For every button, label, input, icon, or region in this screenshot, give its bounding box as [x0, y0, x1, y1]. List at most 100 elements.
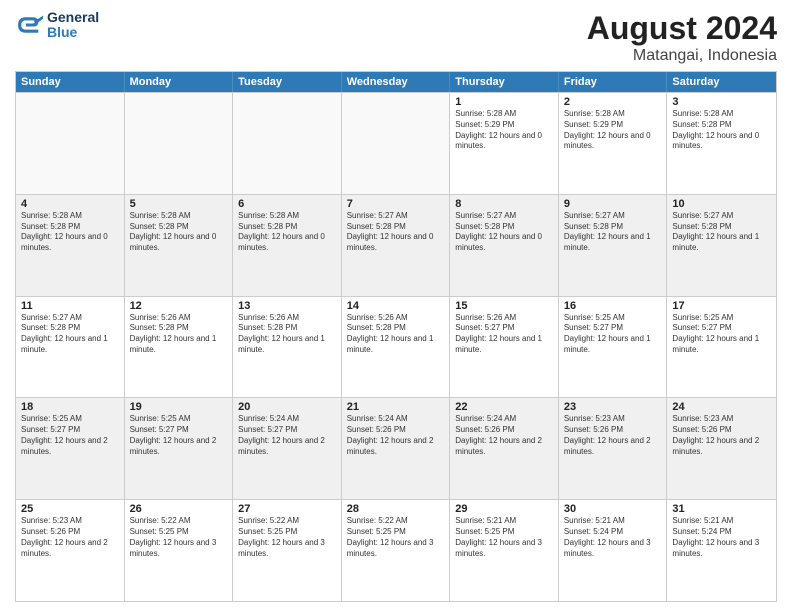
calendar-subtitle: Matangai, Indonesia — [587, 47, 777, 65]
calendar-cell: 22Sunrise: 5:24 AMSunset: 5:26 PMDayligh… — [450, 398, 559, 499]
calendar-cell: 23Sunrise: 5:23 AMSunset: 5:26 PMDayligh… — [559, 398, 668, 499]
calendar-cell: 17Sunrise: 5:25 AMSunset: 5:27 PMDayligh… — [667, 297, 776, 398]
day-detail: Sunrise: 5:28 AMSunset: 5:28 PMDaylight:… — [238, 211, 336, 254]
day-number: 4 — [21, 198, 119, 210]
calendar-row: 25Sunrise: 5:23 AMSunset: 5:26 PMDayligh… — [16, 499, 776, 601]
day-detail: Sunrise: 5:24 AMSunset: 5:26 PMDaylight:… — [455, 414, 553, 457]
header-cell-sunday: Sunday — [16, 72, 125, 92]
header-cell-wednesday: Wednesday — [342, 72, 451, 92]
day-number: 5 — [130, 198, 228, 210]
day-detail: Sunrise: 5:22 AMSunset: 5:25 PMDaylight:… — [130, 516, 228, 559]
header-cell-saturday: Saturday — [667, 72, 776, 92]
day-number: 17 — [672, 300, 771, 312]
day-detail: Sunrise: 5:22 AMSunset: 5:25 PMDaylight:… — [238, 516, 336, 559]
day-number: 16 — [564, 300, 662, 312]
calendar-cell: 29Sunrise: 5:21 AMSunset: 5:25 PMDayligh… — [450, 500, 559, 601]
day-detail: Sunrise: 5:24 AMSunset: 5:27 PMDaylight:… — [238, 414, 336, 457]
calendar-cell: 3Sunrise: 5:28 AMSunset: 5:28 PMDaylight… — [667, 93, 776, 194]
day-detail: Sunrise: 5:27 AMSunset: 5:28 PMDaylight:… — [347, 211, 445, 254]
calendar-title: August 2024 — [587, 10, 777, 47]
day-detail: Sunrise: 5:23 AMSunset: 5:26 PMDaylight:… — [672, 414, 771, 457]
day-detail: Sunrise: 5:28 AMSunset: 5:28 PMDaylight:… — [672, 109, 771, 152]
day-detail: Sunrise: 5:26 AMSunset: 5:28 PMDaylight:… — [130, 313, 228, 356]
calendar-cell: 30Sunrise: 5:21 AMSunset: 5:24 PMDayligh… — [559, 500, 668, 601]
day-number: 3 — [672, 96, 771, 108]
calendar-cell: 11Sunrise: 5:27 AMSunset: 5:28 PMDayligh… — [16, 297, 125, 398]
calendar-cell: 26Sunrise: 5:22 AMSunset: 5:25 PMDayligh… — [125, 500, 234, 601]
calendar-cell: 31Sunrise: 5:21 AMSunset: 5:24 PMDayligh… — [667, 500, 776, 601]
header-cell-monday: Monday — [125, 72, 234, 92]
day-detail: Sunrise: 5:26 AMSunset: 5:27 PMDaylight:… — [455, 313, 553, 356]
day-number: 20 — [238, 401, 336, 413]
page: General Blue August 2024 Matangai, Indon… — [0, 0, 792, 612]
calendar-cell: 1Sunrise: 5:28 AMSunset: 5:29 PMDaylight… — [450, 93, 559, 194]
day-detail: Sunrise: 5:28 AMSunset: 5:28 PMDaylight:… — [21, 211, 119, 254]
day-detail: Sunrise: 5:23 AMSunset: 5:26 PMDaylight:… — [21, 516, 119, 559]
calendar-cell — [125, 93, 234, 194]
day-number: 21 — [347, 401, 445, 413]
calendar-cell — [16, 93, 125, 194]
header-cell-thursday: Thursday — [450, 72, 559, 92]
calendar-cell — [233, 93, 342, 194]
logo-text: General Blue — [47, 10, 99, 41]
day-detail: Sunrise: 5:27 AMSunset: 5:28 PMDaylight:… — [21, 313, 119, 356]
day-detail: Sunrise: 5:27 AMSunset: 5:28 PMDaylight:… — [564, 211, 662, 254]
calendar-row: 1Sunrise: 5:28 AMSunset: 5:29 PMDaylight… — [16, 92, 776, 194]
day-number: 8 — [455, 198, 553, 210]
day-number: 18 — [21, 401, 119, 413]
day-detail: Sunrise: 5:28 AMSunset: 5:28 PMDaylight:… — [130, 211, 228, 254]
day-detail: Sunrise: 5:28 AMSunset: 5:29 PMDaylight:… — [564, 109, 662, 152]
day-number: 23 — [564, 401, 662, 413]
day-number: 7 — [347, 198, 445, 210]
title-block: August 2024 Matangai, Indonesia — [587, 10, 777, 65]
day-number: 13 — [238, 300, 336, 312]
day-detail: Sunrise: 5:26 AMSunset: 5:28 PMDaylight:… — [238, 313, 336, 356]
day-number: 19 — [130, 401, 228, 413]
calendar-row: 18 Sunrise: 5:25 AMSunset: 5:27 PMDayligh… — [16, 397, 776, 499]
calendar-cell: 10Sunrise: 5:27 AMSunset: 5:28 PMDayligh… — [667, 195, 776, 296]
calendar: SundayMondayTuesdayWednesdayThursdayFrid… — [15, 71, 777, 602]
day-detail: Sunrise: 5:25 AMSunset: 5:27 PMDaylight:… — [672, 313, 771, 356]
day-number: 25 — [21, 503, 119, 515]
day-detail: Sunrise: 5:22 AMSunset: 5:25 PMDaylight:… — [347, 516, 445, 559]
header: General Blue August 2024 Matangai, Indon… — [15, 10, 777, 65]
calendar-row: 11Sunrise: 5:27 AMSunset: 5:28 PMDayligh… — [16, 296, 776, 398]
calendar-cell: 7Sunrise: 5:27 AMSunset: 5:28 PMDaylight… — [342, 195, 451, 296]
day-number: 22 — [455, 401, 553, 413]
day-detail: Sunrise: 5:21 AMSunset: 5:24 PMDaylight:… — [564, 516, 662, 559]
calendar-cell: 21Sunrise: 5:24 AMSunset: 5:26 PMDayligh… — [342, 398, 451, 499]
day-detail: Sunrise: 5:25 AMSunset: 5:27 PMDaylight:… — [564, 313, 662, 356]
day-number: 30 — [564, 503, 662, 515]
calendar-cell: 9Sunrise: 5:27 AMSunset: 5:28 PMDaylight… — [559, 195, 668, 296]
calendar-cell: 18Sunrise: 5:25 AMSunset: 5:27 PMDayligh… — [16, 398, 125, 499]
calendar-cell: 2Sunrise: 5:28 AMSunset: 5:29 PMDaylight… — [559, 93, 668, 194]
calendar-row: 4Sunrise: 5:28 AMSunset: 5:28 PMDaylight… — [16, 194, 776, 296]
day-detail: Sunrise: 5:23 AMSunset: 5:26 PMDaylight:… — [564, 414, 662, 457]
day-detail: Sunrise: 5:24 AMSunset: 5:26 PMDaylight:… — [347, 414, 445, 457]
day-detail: Sunrise: 5:25 AMSunset: 5:27 PMDaylight:… — [130, 414, 228, 457]
day-number: 31 — [672, 503, 771, 515]
day-detail: Sunrise: 5:28 AMSunset: 5:29 PMDaylight:… — [455, 109, 553, 152]
day-number: 12 — [130, 300, 228, 312]
day-number: 6 — [238, 198, 336, 210]
day-number: 24 — [672, 401, 771, 413]
day-number: 15 — [455, 300, 553, 312]
day-detail: Sunrise: 5:27 AMSunset: 5:28 PMDaylight:… — [455, 211, 553, 254]
calendar-cell: 25Sunrise: 5:23 AMSunset: 5:26 PMDayligh… — [16, 500, 125, 601]
calendar-cell: 20Sunrise: 5:24 AMSunset: 5:27 PMDayligh… — [233, 398, 342, 499]
day-detail: Sunrise: 5:21 AMSunset: 5:24 PMDaylight:… — [672, 516, 771, 559]
calendar-cell: 15Sunrise: 5:26 AMSunset: 5:27 PMDayligh… — [450, 297, 559, 398]
day-number: 27 — [238, 503, 336, 515]
logo: General Blue — [15, 10, 99, 41]
day-detail: Sunrise: 5:26 AMSunset: 5:28 PMDaylight:… — [347, 313, 445, 356]
calendar-cell: 6Sunrise: 5:28 AMSunset: 5:28 PMDaylight… — [233, 195, 342, 296]
calendar-header: SundayMondayTuesdayWednesdayThursdayFrid… — [16, 72, 776, 92]
day-number: 14 — [347, 300, 445, 312]
day-number: 11 — [21, 300, 119, 312]
calendar-body: 1Sunrise: 5:28 AMSunset: 5:29 PMDaylight… — [16, 92, 776, 601]
calendar-cell: 4Sunrise: 5:28 AMSunset: 5:28 PMDaylight… — [16, 195, 125, 296]
calendar-cell: 27Sunrise: 5:22 AMSunset: 5:25 PMDayligh… — [233, 500, 342, 601]
day-detail: Sunrise: 5:21 AMSunset: 5:25 PMDaylight:… — [455, 516, 553, 559]
day-number: 9 — [564, 198, 662, 210]
header-cell-tuesday: Tuesday — [233, 72, 342, 92]
